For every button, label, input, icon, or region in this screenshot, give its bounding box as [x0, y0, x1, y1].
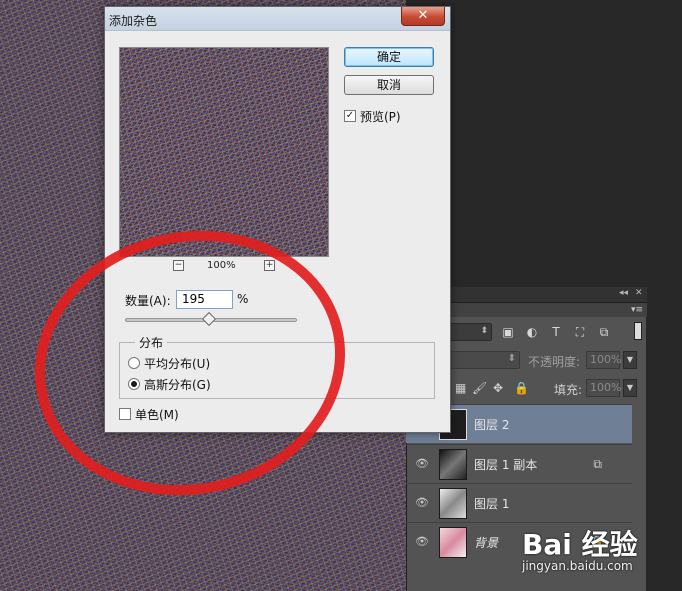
lock-brush-icon[interactable]: 🖌 — [472, 381, 487, 395]
adjustment-filter-icon[interactable]: ◐ — [525, 325, 539, 339]
filter-kind-select[interactable]: ⬍ — [448, 323, 492, 341]
zoom-level: 100% — [207, 260, 236, 271]
distribution-title: 分布 — [135, 334, 168, 351]
eye-icon[interactable]: 👁 — [414, 496, 430, 510]
zoom-out-button[interactable]: − — [173, 260, 184, 271]
baidu-jingyan-watermark: Bai 经验 jingyan.baidu.com — [522, 523, 672, 583]
dialog-titlebar[interactable]: 添加杂色 ✕ — [105, 7, 450, 31]
layer-name: 图层 2 — [474, 418, 510, 432]
eye-icon[interactable]: 👁 — [414, 535, 430, 549]
fill-label: 填充: — [554, 383, 583, 397]
watermark-url: jingyan.baidu.com — [522, 559, 633, 573]
collapse-icon[interactable]: ◂◂ — [619, 288, 628, 298]
close-button[interactable]: ✕ — [401, 7, 445, 26]
gaussian-radio[interactable] — [128, 378, 140, 390]
shape-filter-icon[interactable]: ⛶ — [573, 325, 587, 339]
dialog-title: 添加杂色 — [109, 14, 158, 28]
fill-field[interactable]: 100% — [586, 379, 621, 397]
lock-position-icon[interactable]: ✥ — [493, 381, 503, 395]
amount-label: 数量(A): — [125, 294, 171, 308]
zoom-in-button[interactable]: + — [264, 260, 275, 271]
panel-menu-icon[interactable]: ▾≡ — [631, 305, 643, 315]
smart-object-icon: ⧉ — [593, 457, 602, 471]
smart-object-filter-icon[interactable]: ⧉ — [597, 325, 611, 339]
ok-button[interactable]: 确定 — [344, 47, 434, 67]
monochromatic-label[interactable]: 单色(M) — [135, 406, 179, 423]
opacity-field[interactable]: 100% — [586, 351, 621, 369]
eye-icon[interactable]: 👁 — [414, 457, 430, 471]
add-noise-dialog: 添加杂色 ✕ − 100% + 确定 取消 ✓ 预览(P) 数量(A): 195… — [104, 6, 451, 433]
preview-checkbox[interactable]: ✓ — [344, 110, 356, 122]
cancel-button[interactable]: 取消 — [344, 75, 434, 95]
filter-toggle-switch[interactable] — [634, 322, 642, 340]
layer-row[interactable]: 👁 图层 1 副本 ⧉ — [406, 444, 632, 483]
chevron-updown-icon: ⬍ — [480, 326, 488, 336]
opacity-label: 不透明度: — [528, 355, 581, 369]
gaussian-label[interactable]: 高斯分布(G) — [144, 376, 211, 393]
layer-thumbnail — [439, 527, 467, 558]
monochromatic-checkbox[interactable] — [119, 408, 131, 420]
layer-thumbnail — [439, 449, 467, 480]
amount-unit: % — [237, 292, 249, 306]
uniform-radio[interactable] — [128, 357, 140, 369]
layer-name: 图层 1 副本 — [474, 458, 538, 472]
layer-thumbnail — [439, 488, 467, 519]
type-filter-icon[interactable]: T — [549, 325, 563, 339]
lock-all-icon[interactable]: 🔒 — [514, 381, 529, 395]
layer-name: 背景 — [474, 536, 499, 550]
opacity-dropdown-icon[interactable]: ▼ — [623, 351, 637, 369]
fill-dropdown-icon[interactable]: ▼ — [623, 379, 637, 397]
uniform-label[interactable]: 平均分布(U) — [144, 355, 210, 372]
panel-close-icon[interactable]: ✕ — [635, 288, 643, 298]
amount-input[interactable]: 195 — [176, 290, 233, 309]
chevron-updown-icon: ⬍ — [507, 353, 516, 364]
layer-row[interactable]: 👁 图层 1 — [406, 483, 632, 522]
image-filter-icon[interactable]: ▣ — [501, 325, 515, 339]
noise-preview[interactable] — [119, 47, 329, 257]
watermark-logo: Bai 经验 — [522, 528, 638, 561]
preview-label[interactable]: 预览(P) — [360, 108, 401, 125]
lock-pixels-icon[interactable]: ▦ — [455, 381, 466, 395]
blend-mode-select[interactable]: ⬍ — [448, 351, 520, 369]
amount-slider-thumb[interactable] — [201, 311, 216, 327]
layer-name: 图层 1 — [474, 497, 510, 511]
